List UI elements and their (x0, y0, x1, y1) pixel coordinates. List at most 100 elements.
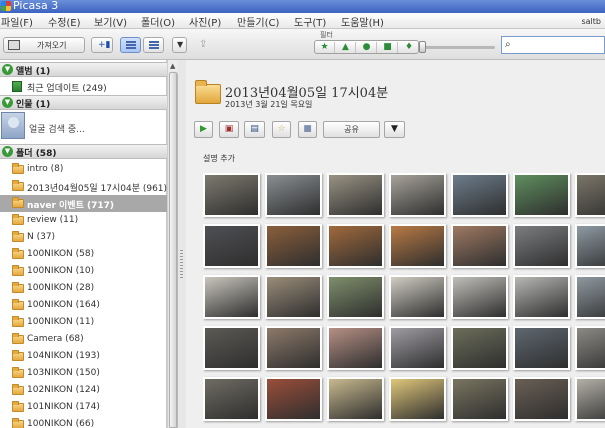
folder-item[interactable]: 100NIKON (28) (0, 280, 167, 297)
search-input[interactable] (518, 38, 604, 52)
folder-item[interactable]: 100NIKON (10) (0, 263, 167, 280)
search-field[interactable]: ⌕ (501, 36, 605, 54)
photo-thumbnail[interactable] (389, 173, 446, 217)
import-button[interactable]: 가져오기 (3, 37, 85, 53)
scroll-up-icon[interactable]: ▲ (170, 62, 175, 70)
photo-thumbnail[interactable] (451, 377, 508, 421)
folder-item[interactable]: 104NIKON (193) (0, 348, 167, 365)
folder-item[interactable]: 103NIKON (150) (0, 365, 167, 382)
person-icon[interactable]: ● (357, 42, 377, 53)
collapse-icon[interactable]: ▼ (2, 64, 13, 75)
folder-item[interactable]: intro (8) (0, 161, 167, 178)
photo-thumbnail[interactable] (575, 224, 605, 268)
folder-item-label: 100NIKON (28) (27, 283, 95, 293)
photo-thumbnail[interactable] (265, 275, 322, 319)
filter-slider-thumb[interactable] (419, 41, 426, 53)
star-icon[interactable]: ★ (315, 42, 335, 53)
photo-thumbnail[interactable] (203, 224, 260, 268)
photo-thumbnail[interactable] (513, 224, 570, 268)
photo-thumbnail[interactable] (451, 224, 508, 268)
folder-item[interactable]: 101NIKON (174) (0, 399, 167, 416)
chevron-down-icon: ▼ (391, 124, 398, 134)
menu-file[interactable]: 파일(F) (1, 14, 33, 29)
photo-thumbnail[interactable] (203, 326, 260, 370)
album-item-recent[interactable]: 최근 업데이트 (249) (0, 78, 167, 95)
star-folder-button[interactable]: ☆ (272, 121, 291, 138)
slideshow-button[interactable]: ▶ (194, 121, 213, 138)
splitter-grip-icon[interactable] (180, 250, 183, 280)
share-dropdown[interactable]: ▼ (384, 121, 405, 138)
add-description[interactable]: 설명 추가 (203, 153, 235, 164)
save-button[interactable]: ■ (298, 121, 317, 138)
folder-icon (12, 282, 24, 293)
photo-thumbnail[interactable] (327, 173, 384, 217)
tree-view-button[interactable] (143, 37, 164, 53)
movie-button[interactable]: ▤ (244, 121, 265, 138)
menu-folder[interactable]: 폴더(O) (141, 14, 175, 29)
folder-item[interactable]: 100NIKON (11) (0, 314, 167, 331)
photo-thumbnail[interactable] (389, 224, 446, 268)
photo-thumbnail[interactable] (451, 173, 508, 217)
photo-thumbnail[interactable] (513, 326, 570, 370)
photo-thumbnail[interactable] (451, 275, 508, 319)
folders-section-header[interactable]: ▼ 폴더 (58) (0, 144, 167, 159)
photo-thumbnail[interactable] (389, 377, 446, 421)
photo-thumbnail[interactable] (265, 326, 322, 370)
list-view-button[interactable] (120, 37, 141, 53)
photo-thumbnail[interactable] (327, 275, 384, 319)
new-album-button[interactable]: +▮ (91, 37, 113, 53)
folder-item[interactable]: Camera (68) (0, 331, 167, 348)
upload-icon[interactable]: ▲ (336, 42, 356, 53)
collage-button[interactable]: ▣ (219, 121, 239, 138)
photo-thumbnail[interactable] (513, 275, 570, 319)
folder-item-label: naver 이벤트 (717) (27, 201, 115, 211)
video-icon[interactable]: ■ (378, 42, 398, 53)
menu-picture[interactable]: 사진(P) (189, 14, 221, 29)
folder-item[interactable]: 100NIKON (58) (0, 246, 167, 263)
scrollbar-thumb[interactable] (169, 72, 177, 428)
photo-thumbnail[interactable] (575, 326, 605, 370)
photo-thumbnail[interactable] (327, 224, 384, 268)
location-icon[interactable]: ♦ (399, 42, 419, 53)
folder-item[interactable]: 102NIKON (124) (0, 382, 167, 399)
photo-thumbnail[interactable] (327, 377, 384, 421)
albums-section-header[interactable]: ▼ 앨범 (1) (0, 62, 167, 77)
collapse-icon[interactable]: ▼ (2, 146, 13, 157)
share-button[interactable]: 공유 (323, 121, 380, 138)
photo-thumbnail[interactable] (451, 326, 508, 370)
menu-create[interactable]: 만들기(C) (237, 14, 279, 29)
menu-help[interactable]: 도움말(H) (341, 14, 384, 29)
photo-thumbnail[interactable] (389, 326, 446, 370)
photo-thumbnail[interactable] (203, 275, 260, 319)
menu-view[interactable]: 보기(V) (94, 14, 127, 29)
collapse-icon[interactable]: ▼ (2, 97, 13, 108)
library-scrollbar[interactable]: ▲ (167, 60, 178, 428)
people-section-header[interactable]: ▼ 인물 (1) (0, 95, 167, 110)
folder-item[interactable]: 2013년04월05일 17시04분 (961) (0, 178, 167, 195)
photo-thumbnail[interactable] (265, 173, 322, 217)
photo-thumbnail[interactable] (575, 377, 605, 421)
photo-thumbnail[interactable] (203, 377, 260, 421)
photo-thumbnail[interactable] (203, 173, 260, 217)
folder-item[interactable]: 100NIKON (164) (0, 297, 167, 314)
folder-item[interactable]: review (11) (0, 212, 167, 229)
photo-thumbnail[interactable] (389, 275, 446, 319)
photo-thumbnail[interactable] (265, 224, 322, 268)
folder-item[interactable]: 100NIKON (66) (0, 416, 167, 428)
menu-edit[interactable]: 수정(E) (48, 14, 81, 29)
folder-item[interactable]: naver 이벤트 (717) (0, 195, 167, 212)
photo-thumbnail[interactable] (575, 275, 605, 319)
face-scan-row[interactable]: 얼굴 검색 중... (0, 112, 167, 144)
photo-thumbnail[interactable] (265, 377, 322, 421)
move-folder-icon[interactable]: ⇪ (199, 39, 215, 51)
user-name[interactable]: saltb (581, 17, 601, 26)
filter-slider-track[interactable] (423, 46, 495, 49)
menu-tools[interactable]: 도구(T) (294, 14, 326, 29)
photo-thumbnail[interactable] (327, 326, 384, 370)
view-options-dropdown[interactable]: ▼ (172, 37, 187, 53)
photo-thumbnail[interactable] (513, 377, 570, 421)
folder-item[interactable]: N (37) (0, 229, 167, 246)
panel-splitter[interactable] (178, 60, 186, 428)
photo-thumbnail[interactable] (575, 173, 605, 217)
photo-thumbnail[interactable] (513, 173, 570, 217)
